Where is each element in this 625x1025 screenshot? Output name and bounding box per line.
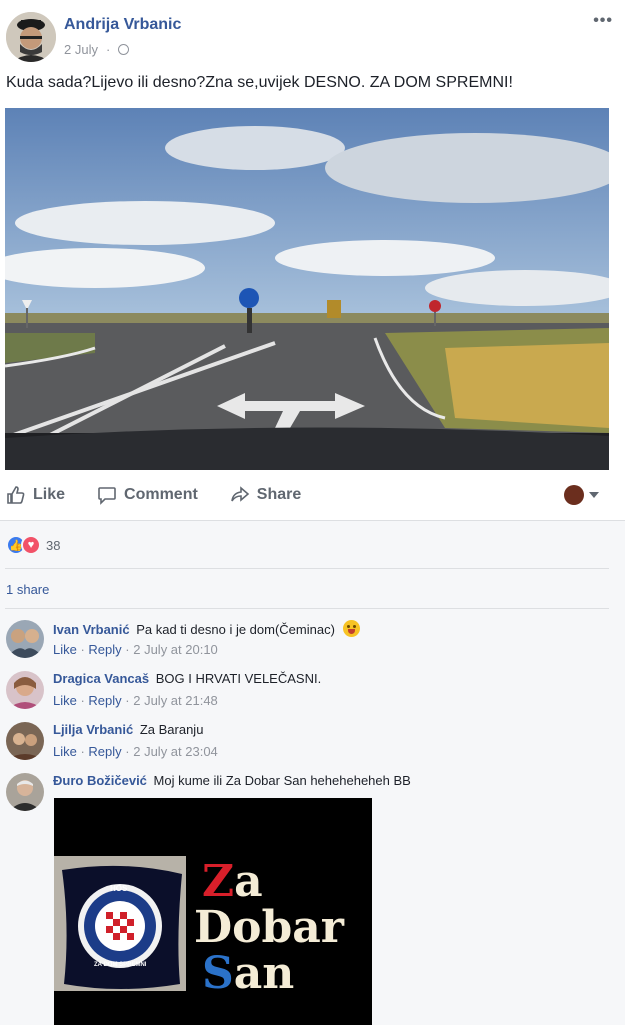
comment-time[interactable]: 2 July at 23:04 [133,744,218,759]
sticker-line-1: Za [202,856,263,907]
post-card: Andrija Vrbanic 2 July · ••• Kuda sada?L… [0,0,625,520]
commenter-avatar[interactable] [6,671,44,709]
post-photo[interactable] [5,108,609,470]
comment-label: Comment [124,486,198,503]
globe-icon [118,44,130,55]
comment-text: BOG I HRVATI VELEČASNI. [155,671,322,686]
shares-link[interactable]: 1 share [6,582,49,597]
like-label: Like [33,486,66,503]
comment-text: Za Baranju [139,722,204,737]
profile-mini-icon [564,485,584,505]
commenter-avatar[interactable] [6,722,44,760]
comment-reply-link[interactable]: Reply [88,642,121,657]
commenter-name[interactable]: Dragica Vancaš [53,671,149,686]
pillow-bottom-text: ZA DOM SPREMNI [94,962,147,968]
comment-meta: Like · Reply · 2 July at 21:48 [53,693,218,708]
pillow-top-text: HOS [110,884,128,893]
commenter-avatar[interactable] [6,773,44,811]
comment-button[interactable]: Comment [97,485,198,505]
reaction-selector[interactable] [564,485,599,505]
chevron-down-icon [589,492,599,498]
comment-like-link[interactable]: Like [53,642,77,657]
like-button[interactable]: Like [6,485,65,505]
comment-time[interactable]: 2 July at 21:48 [133,693,218,708]
divider [5,608,609,609]
comment-text: Pa kad ti desno i je dom(Čeminac) [136,622,335,637]
tongue-emoji-icon [342,620,360,637]
post-meta: 2 July · [64,42,130,57]
commenter-name[interactable]: Đuro Božičević [53,773,147,788]
comment-icon [98,487,116,505]
comment-sticker-image[interactable]: HOS ZA DOM SPREMNI Za Dobar San [54,798,372,1025]
share-label: Share [256,486,302,503]
comment-meta: Like · Reply · 2 July at 20:10 [53,642,218,657]
thumbs-up-icon [7,486,25,504]
reactions-summary[interactable]: 👍 ♥ 38 [6,535,60,555]
reaction-count: 38 [46,537,61,553]
post-date[interactable]: 2 July [64,42,98,57]
commenter-name[interactable]: Ljilja Vrbanić [53,722,133,737]
author-avatar[interactable] [6,12,56,62]
post-text: Kuda sada?Lijevo ili desno?Zna se,uvijek… [6,74,513,91]
author-name[interactable]: Andrija Vrbanic [64,16,181,34]
sticker-line-3: San [202,948,295,999]
comment-reply-link[interactable]: Reply [88,693,121,708]
love-reaction-icon: ♥ [21,535,41,555]
comment-like-link[interactable]: Like [53,744,77,759]
comment-time[interactable]: 2 July at 20:10 [133,642,218,657]
more-options-icon[interactable]: ••• [593,12,613,30]
share-icon [231,486,250,502]
commenter-avatar[interactable] [6,620,44,658]
commenter-name[interactable]: Ivan Vrbanić [53,622,130,637]
comment-reply-link[interactable]: Reply [88,744,121,759]
comment-meta: Like · Reply · 2 July at 23:04 [53,744,218,759]
sticker-line-2: Dobar [194,902,344,953]
action-bar: Like Comment Share [0,476,625,514]
divider [5,568,609,569]
comment-like-link[interactable]: Like [53,693,77,708]
share-button[interactable]: Share [230,485,301,505]
comment-text: Moj kume ili Za Dobar San heheheheheh BB [153,773,411,788]
